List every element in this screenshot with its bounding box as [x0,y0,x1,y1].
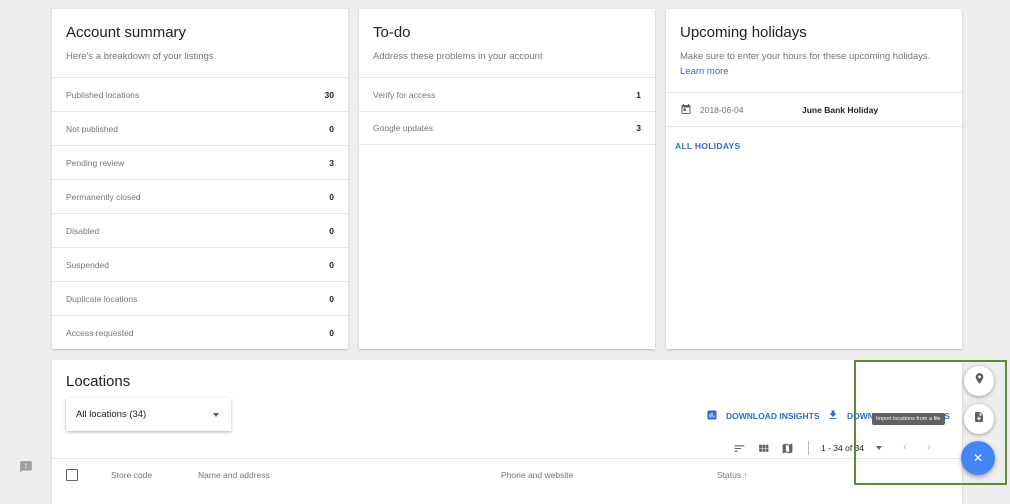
holidays-title: Upcoming holidays [680,24,807,41]
sort-icon[interactable] [732,441,746,455]
download-insights-button[interactable]: DOWNLOAD INSIGHTS [706,409,820,423]
summary-row-duplicate[interactable]: Duplicate locations 0 [52,281,348,315]
todo-subtitle: Address these problems in your account [373,51,543,62]
summary-row-not-published[interactable]: Not published 0 [52,111,348,145]
calendar-icon [680,103,692,117]
account-summary-subtitle: Here's a breakdown of your listings [66,51,214,62]
summary-row-permanently-closed[interactable]: Permanently closed 0 [52,179,348,213]
holiday-name: June Bank Holiday [802,104,879,115]
learn-more-link[interactable]: Learn more [680,66,729,77]
bar-chart-icon [706,409,718,423]
todo-list: Verify for access 1 Google updates 3 [359,77,655,145]
summary-row-access-requested[interactable]: Access requested 0 [52,315,348,349]
holiday-date: 2018-06-04 [700,104,744,115]
highlight-box [854,360,1007,485]
todo-row-verify[interactable]: Verify for access 1 [359,77,655,111]
account-summary-list: Published locations 30 Not published 0 Pen… [52,77,348,349]
summary-row-suspended[interactable]: Suspended 0 [52,247,348,281]
column-name-address[interactable]: Name and address [198,470,270,480]
account-summary-card: Account summary Here's a breakdown of yo… [52,9,348,349]
map-view-icon[interactable] [780,441,794,455]
holiday-item: 2018-06-04 June Bank Holiday [666,92,962,127]
holidays-card: Upcoming holidays Make sure to enter you… [666,9,962,349]
grid-view-icon[interactable] [756,441,770,455]
summary-row-pending-review[interactable]: Pending review 3 [52,145,348,179]
dropdown-caret-icon [213,412,219,417]
column-phone-website[interactable]: Phone and website [501,470,573,480]
summary-row-published[interactable]: Published locations 30 [52,77,348,111]
column-store-code[interactable]: Store code [111,470,152,480]
column-status[interactable]: Status ↑ [717,470,748,480]
locations-table-header: Store code Name and address Phone and we… [52,458,962,491]
summary-row-disabled[interactable]: Disabled 0 [52,213,348,247]
select-all-checkbox[interactable] [66,469,78,481]
toolbar-divider [808,441,809,455]
feedback-icon[interactable] [19,460,33,479]
download-icon [827,409,839,423]
todo-title: To-do [373,24,411,41]
holidays-subtitle: Make sure to enter your hours for these … [680,51,931,77]
locations-title: Locations [66,373,131,390]
locations-filter-value: All locations (34) [76,409,147,420]
todo-row-google-updates[interactable]: Google updates 3 [359,111,655,145]
todo-card: To-do Address these problems in your acc… [359,9,655,349]
account-summary-title: Account summary [66,24,187,41]
all-holidays-link[interactable]: ALL HOLIDAYS [675,141,740,151]
locations-filter-select[interactable]: All locations (34) [66,398,231,431]
locations-card: Locations All locations (34) DOWNLOAD IN… [52,360,962,504]
